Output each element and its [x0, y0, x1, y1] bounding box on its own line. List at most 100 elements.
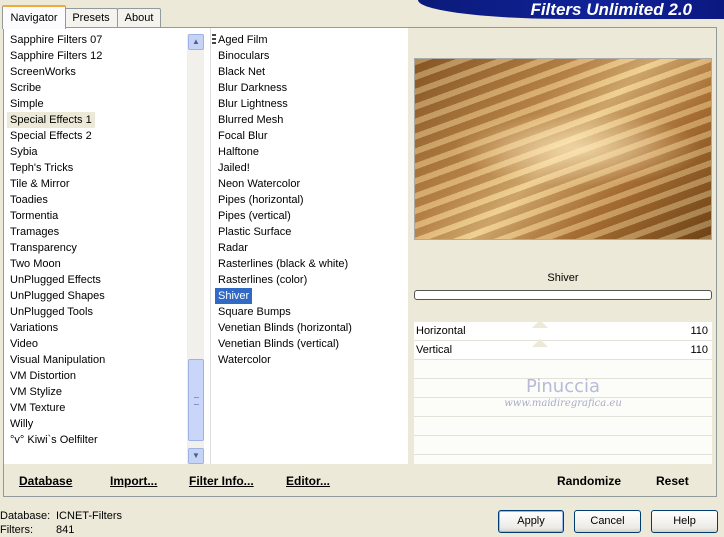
category-item[interactable]: UnPlugged Shapes	[8, 288, 186, 304]
cancel-button[interactable]: Cancel	[574, 510, 641, 533]
filter-item-label: Plastic Surface	[218, 226, 292, 238]
filter-item[interactable]: Pipes (horizontal)	[216, 192, 406, 208]
filter-item[interactable]: Aged Film	[216, 32, 406, 48]
category-item[interactable]: Scribe	[8, 80, 186, 96]
filter-name-label: Shiver	[547, 272, 579, 284]
filter-item-label: Halftone	[218, 146, 259, 158]
filter-item[interactable]: Focal Blur	[216, 128, 406, 144]
filter-list[interactable]: Aged Film Binoculars Black Net Blur Darknes…	[215, 32, 406, 368]
scroll-down-button[interactable]: ▼	[188, 448, 204, 464]
filter-item-label: Shiver	[215, 288, 253, 304]
category-item-label: Scribe	[10, 82, 42, 94]
category-item[interactable]: °v° Kiwi`s Oelfilter	[8, 432, 186, 448]
filter-item-label: Pipes (horizontal)	[218, 194, 304, 206]
category-item[interactable]: VM Texture	[8, 400, 186, 416]
category-item[interactable]: Sapphire Filters 07	[8, 32, 186, 48]
category-item-label: Simple	[10, 98, 44, 110]
filter-item[interactable]: Halftone	[216, 144, 406, 160]
category-item[interactable]: Visual Manipulation	[8, 352, 186, 368]
watermark-name: Pinuccia	[525, 376, 601, 397]
param-value: 110	[690, 325, 708, 337]
category-item[interactable]: Simple	[8, 96, 186, 112]
category-item-label: Tile & Mirror	[10, 178, 70, 190]
category-item[interactable]: Toadies	[8, 192, 186, 208]
filter-item[interactable]: Jailed!	[216, 160, 406, 176]
filter-item[interactable]: Rasterlines (color)	[216, 272, 406, 288]
category-item-label: Teph's Tricks	[10, 162, 74, 174]
tab-presets[interactable]: Presets	[64, 8, 118, 27]
category-item[interactable]: ScreenWorks	[8, 64, 186, 80]
filter-item[interactable]: Watercolor	[216, 352, 406, 368]
filter-item-label: Rasterlines (color)	[218, 274, 308, 286]
preview-pane: Shiver Horizontal 110 Vertical 110 Pinuc…	[408, 28, 716, 474]
category-item-label: Toadies	[10, 194, 48, 206]
param-row-horizontal[interactable]: Horizontal 110	[414, 320, 712, 341]
param-row-empty	[414, 436, 712, 455]
category-item[interactable]: Tormentia	[8, 208, 186, 224]
filter-item[interactable]: Blur Lightness	[216, 96, 406, 112]
filter-item[interactable]: Radar	[216, 240, 406, 256]
category-item[interactable]: Sapphire Filters 12	[8, 48, 186, 64]
category-item[interactable]: VM Stylize	[8, 384, 186, 400]
filter-item[interactable]: Blurred Mesh	[216, 112, 406, 128]
reset-link[interactable]: Reset	[656, 474, 689, 488]
filter-item[interactable]: Pipes (vertical)	[216, 208, 406, 224]
scroll-thumb[interactable]	[188, 359, 204, 441]
param-row-vertical[interactable]: Vertical 110	[414, 339, 712, 360]
category-item-label: VM Texture	[10, 402, 66, 414]
filter-item-label: Neon Watercolor	[218, 178, 301, 190]
filter-item-label: Square Bumps	[218, 306, 291, 318]
import-link[interactable]: Import...	[110, 474, 157, 488]
help-button[interactable]: Help	[651, 510, 718, 533]
filter-item[interactable]: Rasterlines (black & white)	[216, 256, 406, 272]
category-item[interactable]: Teph's Tricks	[8, 160, 186, 176]
category-item[interactable]: Tramages	[8, 224, 186, 240]
category-list[interactable]: Sapphire Filters 07 Sapphire Filters 12 Sc…	[7, 32, 186, 448]
filter-item[interactable]: Venetian Blinds (vertical)	[216, 336, 406, 352]
slider-thumb-icon[interactable]	[532, 339, 548, 347]
tab-bar: Navigator Presets About Filters Unlimite…	[0, 0, 724, 29]
watermark-url: www.maidiregrafica.eu	[504, 398, 622, 409]
parameter-list: Horizontal 110 Vertical 110 Pinuccia www…	[414, 320, 712, 474]
filter-item[interactable]: Binoculars	[216, 48, 406, 64]
category-item[interactable]: VM Distortion	[8, 368, 186, 384]
randomize-link[interactable]: Randomize	[557, 474, 621, 488]
scroll-up-button[interactable]: ▲	[188, 34, 204, 50]
category-item[interactable]: Sybia	[8, 144, 186, 160]
tab-navigator[interactable]: Navigator	[2, 5, 66, 29]
category-item[interactable]: Variations	[8, 320, 186, 336]
category-item[interactable]: Video	[8, 336, 186, 352]
category-item[interactable]: Willy	[8, 416, 186, 432]
category-item-label: UnPlugged Tools	[10, 306, 93, 318]
filter-item[interactable]: Venetian Blinds (horizontal)	[216, 320, 406, 336]
filter-item[interactable]: Square Bumps	[216, 304, 406, 320]
filter-item[interactable]: Plastic Surface	[216, 224, 406, 240]
import-link-label: Import...	[110, 474, 158, 488]
editor-link-label: Editor...	[286, 474, 331, 488]
category-item-label: UnPlugged Effects	[10, 274, 101, 286]
filter-item[interactable]: Black Net	[216, 64, 406, 80]
category-item[interactable]: Transparency	[8, 240, 186, 256]
filter-item-label: Venetian Blinds (horizontal)	[218, 322, 352, 334]
filter-info-link-label: Filter Info...	[189, 474, 254, 488]
category-item[interactable]: Tile & Mirror	[8, 176, 186, 192]
category-item[interactable]: Two Moon	[8, 256, 186, 272]
category-item-label: Special Effects 1	[7, 112, 95, 128]
apply-button[interactable]: Apply	[498, 510, 564, 533]
category-item[interactable]: UnPlugged Tools	[8, 304, 186, 320]
filter-item[interactable]: Shiver	[215, 288, 406, 304]
category-scrollbar[interactable]: ▲ ▼	[187, 34, 204, 464]
category-item-label: Visual Manipulation	[10, 354, 106, 366]
filter-item-label: Binoculars	[218, 50, 270, 62]
editor-link[interactable]: Editor...	[286, 474, 330, 488]
category-item[interactable]: Special Effects 1	[7, 112, 186, 128]
filter-item[interactable]: Blur Darkness	[216, 80, 406, 96]
category-item-label: Willy	[10, 418, 34, 430]
category-item[interactable]: UnPlugged Effects	[8, 272, 186, 288]
category-item[interactable]: Special Effects 2	[8, 128, 186, 144]
filter-info-link[interactable]: Filter Info...	[189, 474, 254, 488]
database-link[interactable]: Database	[19, 474, 72, 488]
tab-about[interactable]: About	[117, 8, 161, 27]
slider-thumb-icon[interactable]	[532, 320, 548, 328]
filter-item[interactable]: Neon Watercolor	[216, 176, 406, 192]
